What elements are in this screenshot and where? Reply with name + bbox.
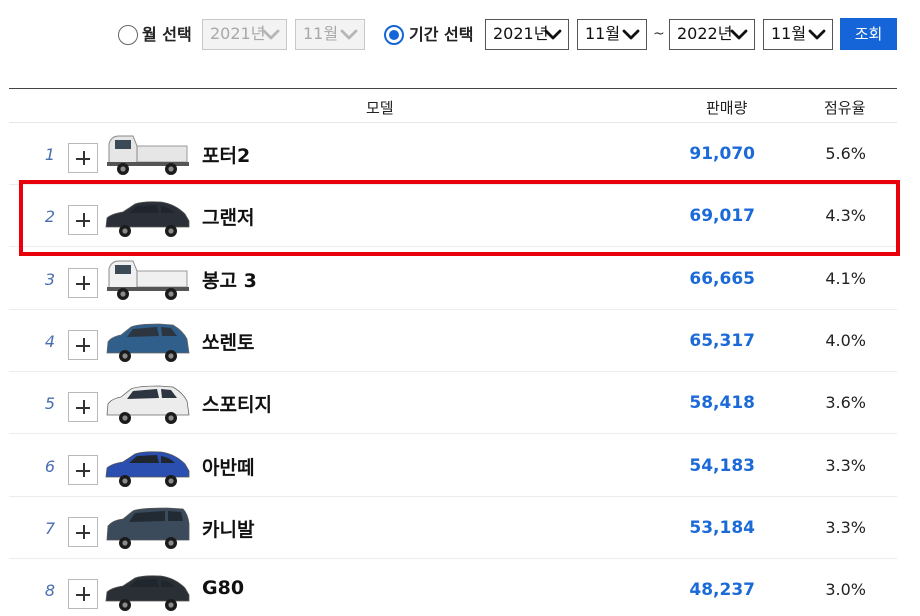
table-row-1: 1 포터2 91,070 5.6% (9, 123, 897, 185)
model-name[interactable]: 스포티지 (202, 390, 272, 417)
market-share: 3.6% (825, 393, 866, 413)
sales-count: 53,184 (689, 517, 755, 538)
market-share: 3.3% (825, 517, 866, 537)
suv-icon (106, 323, 190, 362)
header-sales: 판매량 (706, 99, 748, 117)
sales-count: 66,665 (689, 268, 755, 289)
chevron-down-icon (262, 29, 280, 40)
truck-icon (107, 260, 189, 300)
table-header: 모델 판매량 점유율 (9, 89, 897, 123)
month-month-value: 11월 (303, 24, 339, 43)
table-row-5: 5 스포티지 58,418 3.6% (9, 372, 897, 435)
expand-plus-button[interactable] (68, 392, 98, 423)
van-icon (106, 507, 190, 549)
table-row-6: 6 아반떼 54,183 3.3% (9, 435, 897, 497)
market-share: 3.0% (825, 580, 866, 600)
to-year-dropdown[interactable]: 2022년 (669, 19, 755, 50)
market-share: 3.3% (825, 455, 866, 475)
expand-plus-button[interactable] (68, 454, 98, 485)
truck-icon (107, 135, 189, 175)
market-share: 4.1% (825, 268, 866, 288)
period-select-radio[interactable] (384, 25, 404, 45)
rank-number: 4 (44, 331, 56, 351)
sales-count: 54,183 (689, 455, 755, 476)
rank-number: 5 (44, 394, 56, 414)
month-year-dropdown[interactable]: 2021년 (202, 19, 287, 50)
sales-count: 58,418 (689, 393, 755, 414)
to-month-dropdown[interactable]: 11월 (763, 19, 833, 50)
chevron-down-icon (808, 29, 826, 40)
rank-number: 1 (44, 145, 56, 164)
model-name[interactable]: 카니발 (202, 515, 254, 542)
month-select-label: 월 선택 (142, 25, 192, 44)
search-button[interactable]: 조회 (840, 18, 897, 50)
chevron-down-icon (730, 29, 748, 40)
from-month-value: 11월 (585, 24, 621, 43)
model-name[interactable]: 포터2 (202, 141, 250, 168)
period-select-label: 기간 선택 (409, 25, 474, 44)
period-separator: ~ (653, 26, 665, 42)
expand-plus-button[interactable] (68, 267, 98, 298)
model-name[interactable]: G80 (202, 577, 244, 599)
chevron-down-icon (622, 29, 640, 40)
sales-count: 48,237 (689, 580, 755, 601)
date-filter-bar: 월 선택 2021년 11월 기간 선택 2021년 11월 ~ 2022년 1… (0, 18, 920, 52)
table-row-4: 4 쏘렌토 65,317 4.0% (9, 310, 897, 372)
to-month-value: 11월 (771, 24, 807, 43)
from-year-dropdown[interactable]: 2021년 (485, 19, 569, 50)
rank-number: 8 (44, 581, 56, 601)
sedan-icon (105, 575, 190, 612)
month-month-dropdown[interactable]: 11월 (295, 19, 365, 50)
table-row-7: 7 카니발 53,184 3.3% (9, 497, 897, 559)
from-year-value: 2021년 (493, 24, 549, 43)
sedan-icon (105, 450, 190, 487)
table-row-3: 3 봉고 3 66,665 4.1% (9, 248, 897, 310)
chevron-down-icon (340, 29, 358, 40)
month-select-radio[interactable] (118, 25, 138, 45)
market-share: 4.0% (825, 330, 866, 350)
model-name[interactable]: 봉고 3 (202, 266, 257, 293)
month-year-value: 2021년 (210, 24, 266, 43)
sales-count: 91,070 (689, 144, 755, 164)
header-model: 모델 (366, 99, 394, 117)
header-share: 점유율 (824, 99, 866, 117)
suv-icon (106, 385, 190, 425)
expand-plus-button[interactable] (68, 329, 98, 360)
rank-number: 7 (44, 518, 56, 538)
table-row-8: 8 G80 48,237 3.0% (9, 559, 897, 616)
expand-plus-button[interactable] (68, 579, 98, 610)
expand-plus-button[interactable] (68, 516, 98, 547)
chevron-down-icon (544, 29, 562, 40)
to-year-value: 2022년 (677, 24, 733, 43)
rank-number: 3 (44, 269, 56, 289)
expand-plus-button[interactable] (68, 143, 98, 173)
market-share: 5.6% (825, 144, 866, 163)
highlight-box (19, 180, 900, 256)
model-name[interactable]: 아반떼 (202, 453, 254, 480)
rank-number: 6 (44, 456, 56, 476)
model-name[interactable]: 쏘렌토 (202, 328, 254, 355)
sales-count: 65,317 (689, 330, 755, 351)
from-month-dropdown[interactable]: 11월 (577, 19, 647, 50)
